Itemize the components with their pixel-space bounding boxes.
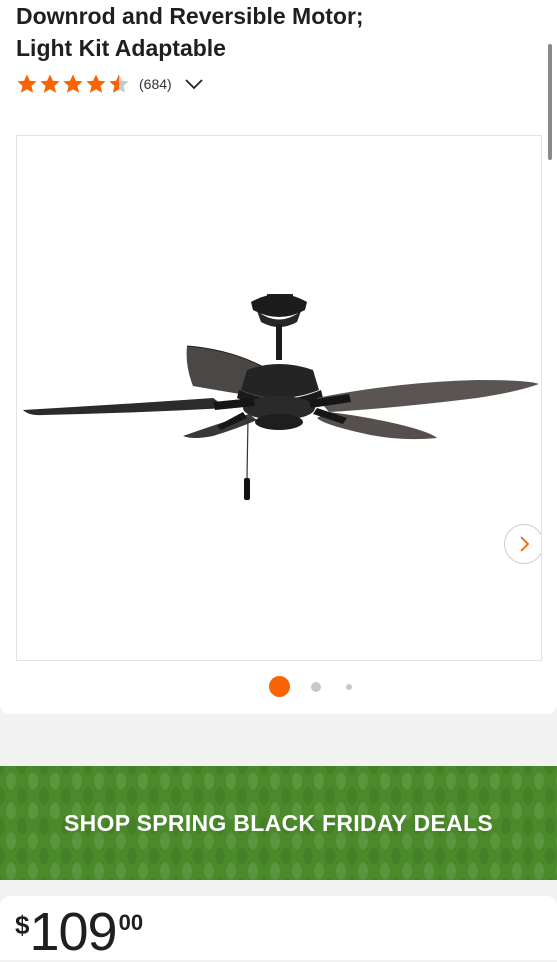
rating-summary[interactable]: (684) — [16, 72, 204, 96]
next-image-button[interactable] — [504, 524, 541, 564]
pagination-dot[interactable] — [346, 684, 352, 690]
review-count[interactable]: (684) — [139, 76, 172, 92]
pagination-dot[interactable] — [311, 682, 321, 692]
ceiling-fan-image — [23, 294, 539, 500]
product-price: $ 109 00 — [15, 904, 143, 960]
product-title: Downrod and Reversible Motor; Light Kit … — [16, 0, 536, 64]
image-pagination — [0, 674, 557, 698]
chevron-right-icon — [520, 536, 530, 552]
star-icon — [63, 74, 83, 93]
product-title-line-1: Downrod and Reversible Motor; — [16, 3, 364, 29]
star-icon — [17, 74, 37, 93]
promo-banner[interactable]: SHOP SPRING BLACK FRIDAY DEALS — [0, 766, 557, 880]
page-scrollbar[interactable] — [548, 44, 552, 160]
product-image-viewer[interactable] — [16, 135, 542, 661]
half-star-icon — [109, 74, 129, 93]
promo-banner-text[interactable]: SHOP SPRING BLACK FRIDAY DEALS — [64, 810, 493, 837]
product-title-line-2: Light Kit Adaptable — [16, 35, 226, 61]
price-cents: 00 — [118, 910, 144, 935]
price-dollars: 109 — [29, 902, 117, 962]
pagination-dot-active[interactable] — [269, 676, 290, 697]
chevron-down-icon[interactable] — [184, 77, 204, 91]
price-currency: $ — [15, 910, 30, 940]
star-rating — [16, 73, 131, 95]
price-card: $ 109 00 — [0, 896, 557, 960]
star-icon — [40, 74, 60, 93]
product-card: Downrod and Reversible Motor; Light Kit … — [0, 0, 557, 714]
star-icon — [86, 74, 106, 93]
